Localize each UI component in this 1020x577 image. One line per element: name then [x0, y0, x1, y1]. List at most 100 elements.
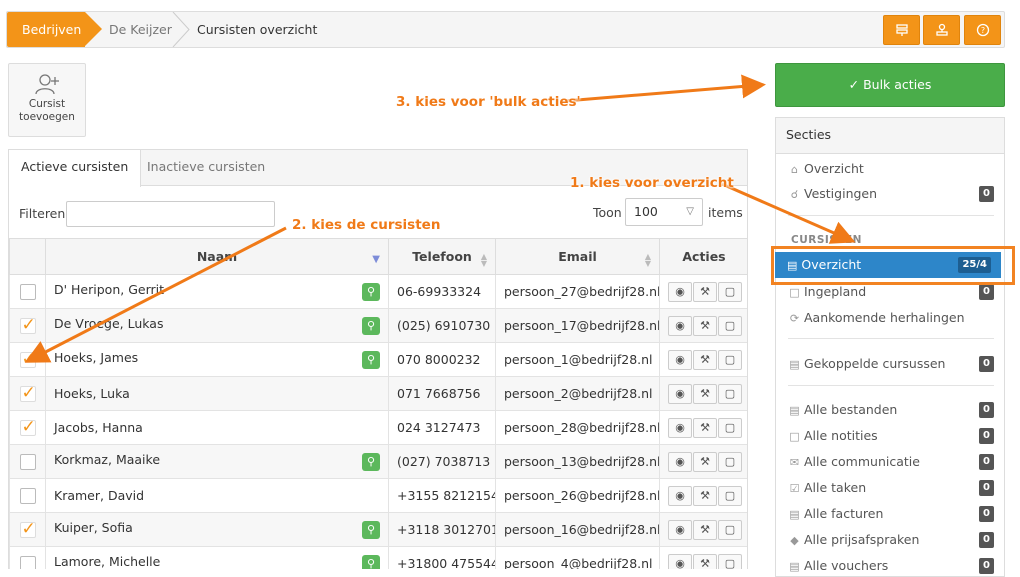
sections-title: Secties [776, 118, 1004, 154]
count-badge: 0 [979, 402, 994, 418]
table-row[interactable]: Korkmaz, Maaike ⚲ (027) 7038713 persoon_13@… [9, 444, 747, 479]
trash-icon[interactable]: ▢ [718, 485, 742, 506]
wrench-icon[interactable]: ⚒ [693, 519, 717, 540]
view-icon[interactable]: ◉ [668, 349, 692, 370]
row-checkbox[interactable] [19, 315, 36, 335]
breadcrumb-item-dekeijzer[interactable]: De Keijzer [109, 12, 172, 47]
document-icon: ▤ [789, 358, 800, 371]
wrench-icon[interactable]: ⚒ [693, 417, 717, 438]
row-checkbox[interactable] [19, 519, 36, 539]
table-row[interactable]: Kramer, David +3155 8212154 persoon_26@bed… [9, 478, 747, 513]
sidebar-item-branches[interactable]: ☌ Vestigingen 0 [788, 184, 994, 204]
add-learner-button[interactable]: Cursist toevoegen [8, 63, 86, 137]
sidebar-item-overview[interactable]: ⌂ Overzicht [788, 159, 994, 179]
trash-icon[interactable]: ▢ [718, 417, 742, 438]
view-icon[interactable]: ◉ [668, 281, 692, 302]
table-row[interactable]: Lamore, Michelle ⚲ +31800 475544 persoon_4@… [9, 546, 747, 569]
view-icon[interactable]: ◉ [668, 417, 692, 438]
name-cell: Hoeks, James ⚲ [45, 342, 389, 377]
key-icon[interactable]: ⚲ [362, 317, 380, 335]
row-checkbox[interactable] [19, 487, 36, 504]
actions-cell: ◉ ⚒ ▢ [659, 410, 747, 445]
view-icon[interactable]: ◉ [668, 485, 692, 506]
sidebar-item-all-notes[interactable]: □ Alle notities 0 [788, 426, 994, 446]
wrench-icon[interactable]: ⚒ [693, 451, 717, 472]
table-row[interactable]: Jacobs, Hanna 024 3127473persoon_28@bedri… [9, 410, 747, 445]
wrench-icon[interactable]: ⚒ [693, 383, 717, 404]
view-icon[interactable]: ◉ [668, 383, 692, 404]
wrench-icon[interactable]: ⚒ [693, 349, 717, 370]
bulk-actions-button[interactable]: ✓ Bulk acties [775, 63, 1005, 107]
name-cell: De Vroege, Lukas ⚲ [45, 308, 389, 343]
learner-name[interactable]: Hoeks, Luka [54, 386, 130, 401]
name-column-header[interactable]: Naam ▼ [45, 238, 389, 275]
help-icon-button[interactable]: ? [964, 15, 1001, 45]
phone-cell: +3118 3012701 [388, 512, 496, 547]
row-checkbox[interactable] [19, 453, 36, 470]
sidebar-item-all-tasks[interactable]: ☑ Alle taken 0 [788, 478, 994, 498]
trash-icon[interactable]: ▢ [718, 281, 742, 302]
select-column-header [9, 238, 46, 275]
key-icon[interactable]: ⚲ [362, 453, 380, 471]
row-checkbox[interactable] [19, 383, 36, 403]
row-checkbox[interactable] [19, 417, 36, 437]
invoice-icon: ▤ [789, 508, 800, 521]
learner-name[interactable]: Kuiper, Sofia [54, 520, 133, 535]
sidebar-item-all-communication[interactable]: ✉ Alle communicatie 0 [788, 452, 994, 472]
learner-name[interactable]: Kramer, David [54, 488, 144, 503]
actions-cell: ◉ ⚒ ▢ [659, 512, 747, 547]
stamp-icon-button[interactable] [923, 15, 960, 45]
sort-icon: ▲ ▼ [480, 252, 487, 268]
view-icon[interactable]: ◉ [668, 451, 692, 472]
email-column-header[interactable]: Email ▲ ▼ [495, 238, 660, 275]
table-row[interactable]: Hoeks, Luka 071 7668756persoon_2@bedrijf2… [9, 376, 747, 411]
row-checkbox[interactable] [19, 283, 36, 300]
tab-inactive-learners[interactable]: Inactieve cursisten [135, 150, 277, 186]
phone-column-header[interactable]: Telefoon ▲ ▼ [388, 238, 496, 275]
trash-icon[interactable]: ▢ [718, 315, 742, 336]
breadcrumb-item-bedrijven[interactable]: Bedrijven [7, 12, 102, 47]
sidebar-item-scheduled[interactable]: □ Ingepland 0 [788, 282, 994, 302]
table-row[interactable]: Hoeks, James ⚲ 070 8000232persoon_1@bedrij… [9, 342, 747, 377]
trash-icon[interactable]: ▢ [718, 383, 742, 404]
key-icon[interactable]: ⚲ [362, 283, 380, 301]
sidebar-item-label: Alle vouchers [804, 558, 889, 573]
table-row[interactable]: D' Heripon, Gerrit ⚲ 06-69933324 persoon_27… [9, 274, 747, 309]
sidebar-item-linked-courses[interactable]: ▤ Gekoppelde cursussen 0 [788, 354, 994, 374]
learner-name[interactable]: Jacobs, Hanna [54, 420, 143, 435]
learner-name[interactable]: Korkmaz, Maaike [54, 452, 160, 467]
email-cell: persoon_4@bedrijf28.nl [495, 546, 660, 569]
email-header-label: Email [558, 249, 597, 264]
sidebar-item-all-files[interactable]: ▤ Alle bestanden 0 [788, 400, 994, 420]
row-checkbox[interactable] [19, 349, 36, 369]
key-icon[interactable]: ⚲ [362, 351, 380, 369]
sidebar-item-label: Vestigingen [804, 186, 878, 201]
learners-table: Naam ▼ Telefoon ▲ ▼ Email ▲ ▼ Acties D' Herip… [9, 238, 747, 569]
sidebar-item-label: Alle prijsafspraken [804, 532, 920, 547]
view-icon[interactable]: ◉ [668, 519, 692, 540]
list-icon-button[interactable] [883, 15, 920, 45]
tab-active-learners[interactable]: Actieve cursisten [9, 150, 142, 187]
pagesize-select[interactable]: 100 ▽ [625, 198, 703, 226]
view-icon[interactable]: ◉ [668, 315, 692, 336]
sidebar-item-upcoming-repeats[interactable]: ⟳ Aankomende herhalingen [788, 308, 994, 328]
sidebar-item-label: Aankomende herhalingen [804, 310, 965, 325]
learner-name[interactable]: D' Heripon, Gerrit [54, 282, 164, 297]
key-icon[interactable]: ⚲ [362, 521, 380, 539]
wrench-icon[interactable]: ⚒ [693, 315, 717, 336]
filter-input[interactable] [66, 201, 275, 227]
learner-name[interactable]: Hoeks, James [54, 350, 138, 365]
learner-name[interactable]: De Vroege, Lukas [54, 316, 163, 331]
sidebar-item-all-vouchers[interactable]: ▤ Alle vouchers 0 [788, 556, 994, 576]
trash-icon[interactable]: ▢ [718, 451, 742, 472]
wrench-icon[interactable]: ⚒ [693, 485, 717, 506]
sidebar-item-all-invoices[interactable]: ▤ Alle facturen 0 [788, 504, 994, 524]
wrench-icon[interactable]: ⚒ [693, 281, 717, 302]
annotation-step-2: 2. kies de cursisten [292, 217, 441, 233]
trash-icon[interactable]: ▢ [718, 519, 742, 540]
trash-icon[interactable]: ▢ [718, 349, 742, 370]
row-checkbox[interactable] [19, 555, 36, 569]
table-row[interactable]: De Vroege, Lukas ⚲ (025) 6910730persoon_17… [9, 308, 747, 343]
table-row[interactable]: Kuiper, Sofia ⚲ +3118 3012701persoon_16@be… [9, 512, 747, 547]
sidebar-item-all-price-agreements[interactable]: ◆ Alle prijsafspraken 0 [788, 530, 994, 550]
